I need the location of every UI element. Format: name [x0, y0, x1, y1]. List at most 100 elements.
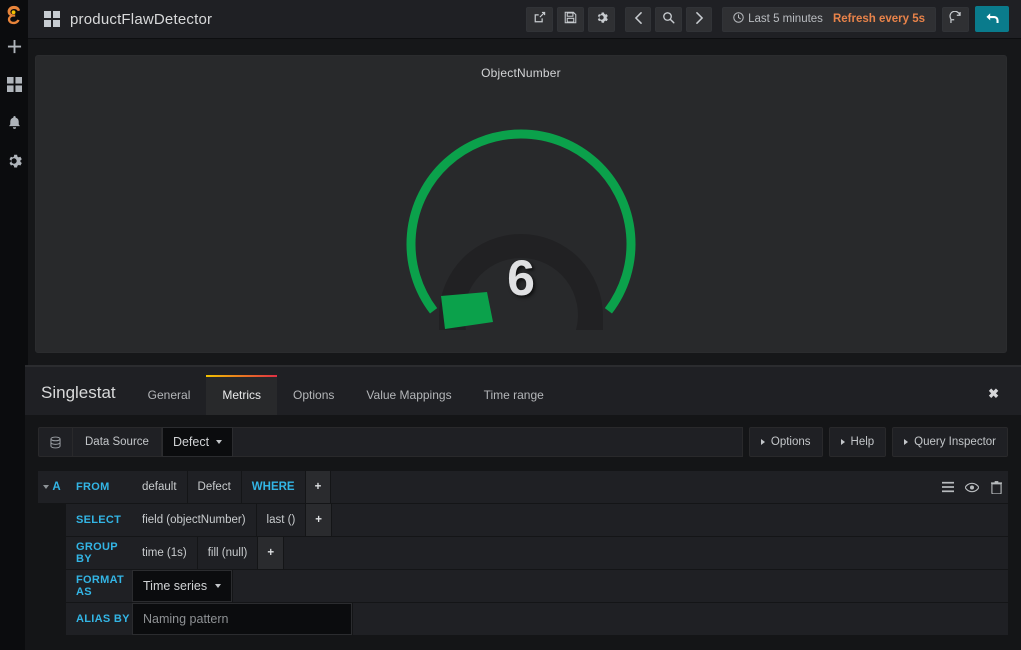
share-dashboard-button[interactable]: [526, 6, 554, 32]
query-row-actions: [936, 471, 1008, 503]
sidebar: [0, 0, 28, 650]
segment-retention-policy[interactable]: default: [132, 471, 187, 503]
gauge-container: 6: [36, 80, 1006, 330]
search-icon: [662, 11, 675, 27]
plus-icon: [7, 39, 22, 59]
time-shift-forward-button[interactable]: [686, 6, 713, 32]
gauge-value-text: 6: [507, 250, 535, 306]
chevron-down-icon: [215, 584, 222, 588]
sidebar-item-configuration[interactable]: [0, 144, 28, 182]
options-toggle-label: Options: [770, 436, 811, 448]
sidebar-item-alerting[interactable]: [0, 106, 28, 144]
query-row-from: A FROM default Defect WHERE +: [38, 471, 1008, 503]
breadcrumb[interactable]: productFlawDetector: [44, 11, 212, 28]
page-title: productFlawDetector: [70, 10, 213, 28]
tab-time-range[interactable]: Time range: [468, 388, 560, 415]
row-indent: [38, 603, 66, 635]
share-icon: [533, 11, 546, 27]
dashboards-grid-icon: [6, 77, 22, 97]
query-row-filler: [331, 471, 936, 503]
chevron-left-icon: [634, 11, 643, 27]
query-label-group-by: GROUP BY: [66, 537, 132, 569]
segment-select-field[interactable]: field (objectNumber): [132, 504, 256, 536]
chevron-right-icon: [840, 439, 845, 445]
tab-options[interactable]: Options: [277, 388, 350, 415]
chevron-right-icon: [904, 439, 909, 445]
datasource-selected-value: Defect: [172, 435, 210, 449]
datasource-row-filler: [233, 427, 743, 457]
query-row-filler: [332, 504, 1008, 536]
eye-icon[interactable]: [960, 471, 984, 503]
sidebar-item-dashboards[interactable]: [0, 68, 28, 106]
query-row-group-by: GROUP BY time (1s) fill (null) +: [38, 537, 1008, 569]
datasource-label: Data Source: [72, 427, 162, 457]
clock-icon: [733, 12, 744, 26]
save-dashboard-button[interactable]: [557, 6, 585, 32]
tab-value-mappings[interactable]: Value Mappings: [350, 388, 467, 415]
time-nav-group: [625, 6, 713, 32]
datasource-select[interactable]: Defect: [161, 427, 234, 457]
alias-by-placeholder: Naming pattern: [143, 612, 229, 626]
gear-icon: [6, 153, 22, 174]
grafana-logo-icon[interactable]: [0, 0, 28, 30]
options-toggle-button[interactable]: Options: [748, 427, 823, 457]
save-icon: [564, 11, 577, 27]
dashboard-grid-icon: [44, 11, 60, 27]
tab-metrics[interactable]: Metrics: [206, 375, 278, 415]
grafana-app: productFlawDetector Last 5 minutes Refre…: [0, 0, 1021, 650]
add-group-by-button[interactable]: +: [258, 537, 284, 569]
topnav-actions: Last 5 minutes Refresh every 5s: [526, 6, 1021, 32]
panel-editor: Singlestat General Metrics Options Value…: [25, 365, 1021, 650]
editor-action-buttons: Options Help Query Inspector: [748, 427, 1008, 457]
editor-body: Data Source Defect Options Help Query In…: [25, 415, 1021, 650]
hamburger-icon[interactable]: [936, 471, 960, 503]
query-inspector-button[interactable]: Query Inspector: [892, 427, 1008, 457]
database-icon: [38, 427, 72, 457]
time-range-value: Last 5 minutes: [733, 12, 823, 26]
time-range-picker[interactable]: Last 5 minutes Refresh every 5s: [722, 6, 936, 32]
panel-title: ObjectNumber: [481, 66, 561, 80]
back-arrow-icon: [985, 11, 1000, 28]
help-toggle-button[interactable]: Help: [828, 427, 887, 457]
back-to-dashboard-button[interactable]: [975, 6, 1009, 32]
query-row-select: SELECT field (objectNumber) last () +: [38, 504, 1008, 536]
tab-general[interactable]: General: [132, 388, 207, 415]
segment-group-time[interactable]: time (1s): [132, 537, 197, 569]
chevron-right-icon: [695, 11, 704, 27]
add-where-button[interactable]: +: [305, 471, 331, 503]
chevron-down-icon: [43, 485, 50, 489]
alias-by-input[interactable]: Naming pattern: [132, 603, 352, 635]
gear-icon: [595, 11, 608, 27]
segment-select-function[interactable]: last (): [256, 504, 306, 536]
zoom-out-time-button[interactable]: [655, 6, 683, 32]
query-row-alias-by: ALIAS BY Naming pattern: [38, 603, 1008, 635]
query-ref-id: A: [52, 481, 61, 493]
sidebar-item-create[interactable]: [0, 30, 28, 68]
query-inspector-label: Query Inspector: [914, 436, 996, 448]
editor-tabbar: Singlestat General Metrics Options Value…: [25, 367, 1021, 415]
refresh-icon: [949, 10, 962, 27]
top-navbar: productFlawDetector Last 5 minutes Refre…: [28, 0, 1021, 39]
datasource-row: Data Source Defect Options Help Query In…: [38, 427, 1008, 457]
time-shift-back-button[interactable]: [625, 6, 652, 32]
format-as-select[interactable]: Time series: [132, 570, 233, 602]
help-toggle-label: Help: [850, 436, 875, 448]
format-as-value: Time series: [143, 579, 208, 593]
singlestat-panel[interactable]: ObjectNumber 6: [35, 55, 1007, 353]
chevron-down-icon: [216, 440, 223, 444]
gauge-needle: [441, 292, 493, 329]
trash-icon[interactable]: [984, 471, 1008, 503]
query-editor-A: A FROM default Defect WHERE + SELECT fie…: [38, 471, 1008, 635]
segment-measurement[interactable]: Defect: [187, 471, 241, 503]
add-select-part-button[interactable]: +: [306, 504, 332, 536]
query-label-select: SELECT: [66, 504, 132, 536]
query-label-format-as: FORMAT AS: [66, 570, 132, 602]
query-row-format-as: FORMAT AS Time series: [38, 570, 1008, 602]
dashboard-settings-button[interactable]: [588, 6, 616, 32]
segment-where-keyword[interactable]: WHERE: [241, 471, 305, 503]
segment-group-fill[interactable]: fill (null): [197, 537, 258, 569]
query-ref-toggle[interactable]: A: [38, 471, 66, 503]
panel-type-label: Singlestat: [41, 383, 116, 402]
close-editor-button[interactable]: ✖: [988, 386, 999, 402]
refresh-button[interactable]: [942, 6, 969, 32]
